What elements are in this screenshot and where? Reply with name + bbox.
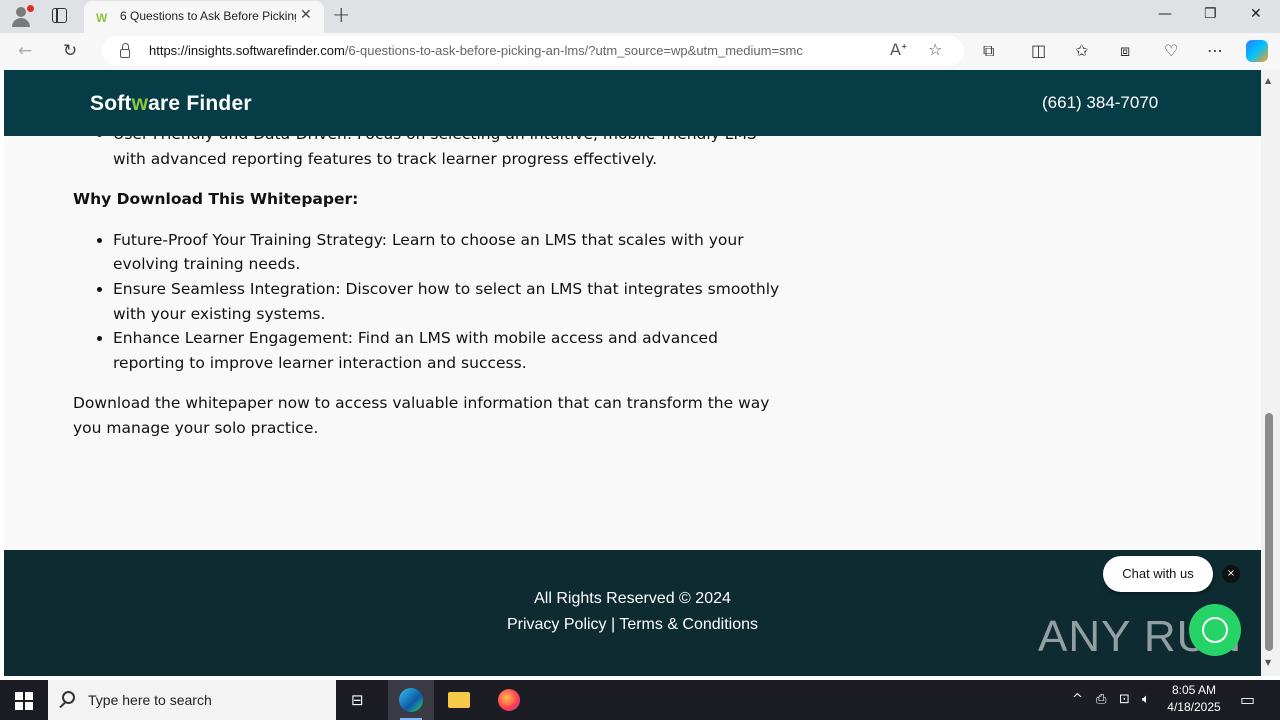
footer-separator: | — [611, 616, 616, 633]
search-icon — [62, 691, 75, 704]
read-aloud-icon[interactable]: Aᐩ — [890, 40, 907, 59]
windows-taskbar: Type here to search ⊟ ^ ⎙ ⊡ 🔈︎ ▭ — [0, 680, 1280, 720]
chat-close-icon[interactable]: × — [1222, 565, 1240, 583]
closing-paragraph: Download the whitepaper now to access va… — [73, 394, 770, 437]
whatsapp-chat-icon[interactable] — [1189, 604, 1241, 656]
article-body: User-Friendly and Data-Driven: Focus on … — [73, 122, 793, 441]
site-logo[interactable]: Software Finder — [90, 92, 252, 116]
minimize-icon[interactable]: — — [1158, 6, 1172, 22]
scrollbar-thumb[interactable] — [1265, 413, 1273, 651]
favorite-star-icon[interactable]: ☆ — [928, 40, 942, 59]
browser-tab-bar: W 6 Questions to Ask Before Picking an L… — [0, 0, 1280, 33]
refresh-icon[interactable]: ↻ — [63, 41, 77, 61]
url-text[interactable]: https://insights.softwarefinder.com/6-qu… — [149, 43, 869, 58]
list-item: Enhance Learner Engagement: Find an LMS … — [113, 326, 793, 375]
copilot-icon[interactable] — [1246, 40, 1268, 62]
site-header: Software Finder (661) 384-7070 — [4, 70, 1261, 136]
edge-taskbar-icon[interactable] — [388, 680, 434, 720]
new-tab-icon[interactable]: + — [332, 3, 350, 28]
scroll-down-icon[interactable]: ▼ — [1265, 658, 1271, 667]
address-bar[interactable]: https://insights.softwarefinder.com/6-qu… — [102, 36, 964, 66]
extensions-icon[interactable]: ⧉ — [983, 41, 994, 61]
tab-actions-icon[interactable] — [52, 8, 67, 23]
network-icon[interactable]: ⊡ — [1119, 692, 1130, 707]
browser-tab[interactable]: W 6 Questions to Ask Before Picking an L… — [84, 1, 324, 33]
phone-number[interactable]: (661) 384-7070 — [1042, 93, 1158, 113]
volume-icon[interactable]: 🔈︎ — [1142, 692, 1150, 707]
clock-time: 8:05 AM — [1171, 683, 1217, 697]
restore-icon[interactable]: ❐ — [1204, 6, 1217, 22]
tray-overflow-icon[interactable]: ^ — [1072, 692, 1083, 707]
more-menu-icon[interactable]: ⋯ — [1207, 41, 1223, 60]
copyright-text: All Rights Reserved © 2024 — [534, 590, 731, 607]
collections-icon[interactable]: ⧈ — [1120, 41, 1130, 61]
close-tab-icon[interactable]: ✕ — [300, 7, 312, 23]
profile-icon[interactable] — [10, 5, 34, 27]
file-explorer-icon[interactable] — [436, 680, 482, 720]
section-heading: Why Download This Whitepaper: — [73, 190, 359, 209]
chat-with-us-button[interactable]: Chat with us — [1103, 556, 1213, 592]
benefits-list: Future-Proof Your Training Strategy: Lea… — [113, 228, 793, 376]
clock-date: 4/18/2025 — [1167, 700, 1221, 714]
close-window-icon[interactable]: ✕ — [1250, 6, 1262, 22]
search-placeholder: Type here to search — [88, 692, 212, 708]
scroll-up-icon[interactable]: ▲ — [1265, 76, 1271, 85]
back-icon[interactable]: ← — [18, 41, 32, 61]
privacy-policy-link[interactable]: Privacy Policy — [507, 616, 607, 633]
browser-essentials-icon[interactable]: ♡ — [1164, 41, 1178, 60]
list-item: Ensure Seamless Integration: Discover ho… — [113, 277, 793, 326]
page-viewport: Software Finder (661) 384-7070 User-Frie… — [4, 70, 1261, 676]
taskbar-search-box[interactable]: Type here to search — [48, 680, 336, 720]
taskbar-clock[interactable]: 8:05 AM 4/18/2025 — [1164, 682, 1224, 716]
site-favicon-icon: W — [96, 11, 108, 25]
tab-title: 6 Questions to Ask Before Picking an LMS — [120, 9, 296, 23]
list-item: Future-Proof Your Training Strategy: Lea… — [113, 228, 793, 277]
lock-icon[interactable] — [120, 43, 130, 58]
favorites-icon[interactable]: ✩ — [1075, 41, 1088, 60]
split-screen-icon[interactable]: ◫ — [1031, 41, 1046, 60]
meet-now-icon[interactable]: ⎙ — [1096, 692, 1106, 707]
terms-link[interactable]: Terms & Conditions — [619, 616, 758, 633]
notifications-icon[interactable]: ▭ — [1240, 690, 1255, 709]
task-view-icon[interactable]: ⊟ — [337, 680, 383, 720]
firefox-icon[interactable] — [486, 680, 532, 720]
windows-start-icon[interactable] — [15, 692, 33, 710]
